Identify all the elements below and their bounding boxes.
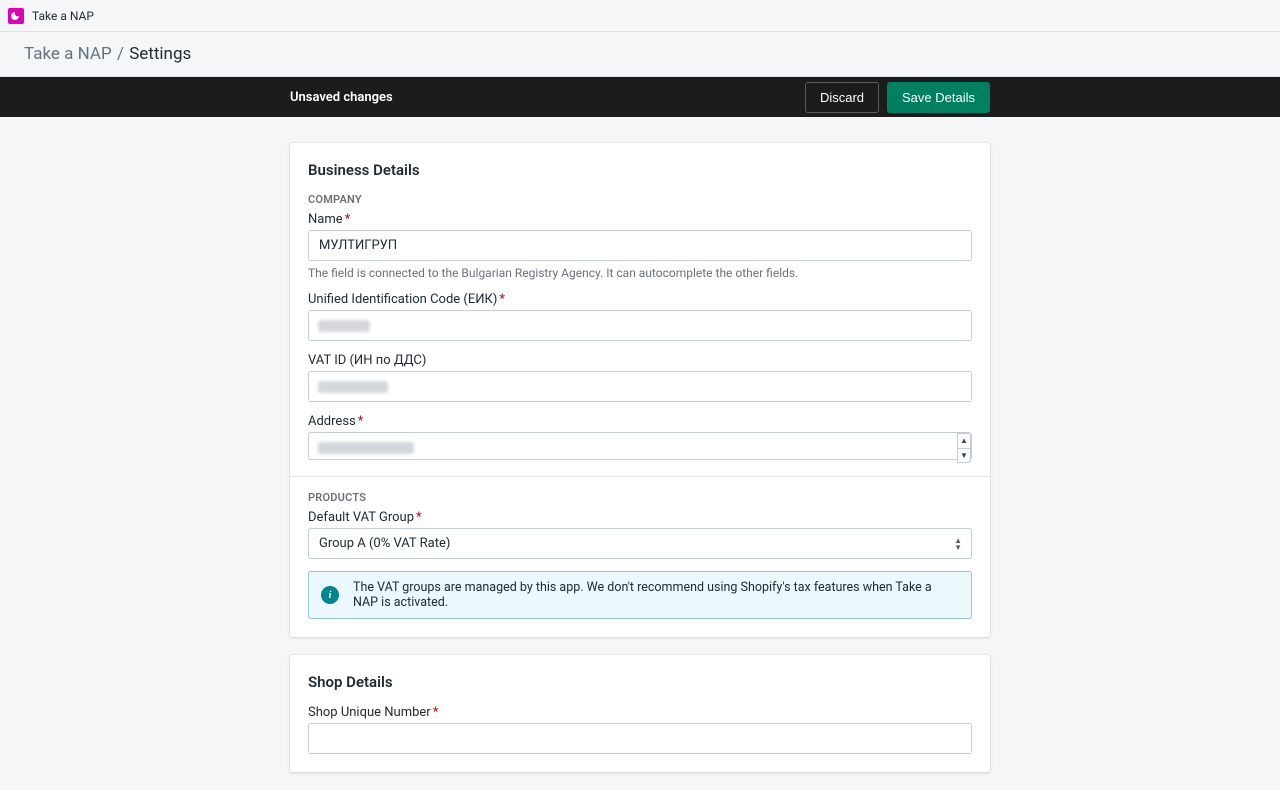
vatid-input[interactable] [308,371,972,402]
breadcrumb-separator: / [115,44,126,64]
shop-details-title: Shop Details [290,673,990,705]
vat-group-field: Default VAT Group* Group A (0% VAT Rate)… [308,510,972,559]
company-section-label: COMPANY [290,193,990,212]
name-field: Name* The field is connected to the Bulg… [308,212,972,280]
address-label: Address* [308,414,972,429]
vat-group-label-text: Default VAT Group [308,510,414,525]
banner-text: The VAT groups are managed by this app. … [353,580,959,610]
address-label-text: Address [308,414,356,429]
required-asterisk: * [345,212,351,227]
discard-button[interactable]: Discard [805,82,879,113]
required-asterisk: * [433,705,439,720]
spinner-up-icon[interactable]: ▲ [957,433,971,448]
eik-input[interactable] [308,310,972,341]
app-logo-icon [8,8,24,24]
divider [290,476,990,477]
app-bar: Take a NAP [0,0,1280,32]
name-label-text: Name [308,212,343,227]
vat-group-value: Group A (0% VAT Rate) [308,528,972,559]
breadcrumb-current: Settings [129,44,191,64]
vat-group-select[interactable]: Group A (0% VAT Rate) ▲ ▼ [308,528,972,559]
required-asterisk: * [499,292,505,307]
eik-input-wrap [308,310,972,341]
products-section-label: PRODUCTS [290,491,990,510]
business-details-title: Business Details [290,161,990,193]
address-field: Address* ▲ ▼ [308,414,972,464]
business-details-card: Business Details COMPANY Name* The field… [290,143,990,637]
unsaved-changes-bar: Unsaved changes Discard Save Details [0,77,1280,117]
save-button[interactable]: Save Details [887,82,990,113]
info-icon: i [321,586,339,604]
vatid-field: VAT ID (ИН по ДДС) [308,353,972,402]
shop-unique-number-input[interactable] [308,723,972,754]
required-asterisk: * [358,414,364,429]
eik-field: Unified Identification Code (ЕИК)* [308,292,972,341]
address-input[interactable] [308,432,972,460]
vat-group-label: Default VAT Group* [308,510,972,525]
shop-unique-number-field: Shop Unique Number* [308,705,972,754]
vatid-input-wrap [308,371,972,402]
address-input-wrap: ▲ ▼ [308,432,972,464]
required-asterisk: * [416,510,422,525]
name-input[interactable] [308,230,972,261]
breadcrumb-root[interactable]: Take a NAP [24,44,112,64]
name-label: Name* [308,212,972,227]
app-title: Take a NAP [32,9,94,23]
page-content: Business Details COMPANY Name* The field… [290,143,990,772]
unsaved-label: Unsaved changes [290,90,393,105]
info-banner: i The VAT groups are managed by this app… [308,571,972,619]
spinner-down-icon[interactable]: ▼ [957,448,971,464]
vatid-label: VAT ID (ИН по ДДС) [308,353,972,368]
eik-label: Unified Identification Code (ЕИК)* [308,292,972,307]
eik-label-text: Unified Identification Code (ЕИК) [308,292,497,307]
shop-unique-number-label: Shop Unique Number* [308,705,972,720]
shop-details-card: Shop Details Shop Unique Number* [290,655,990,772]
address-spinner: ▲ ▼ [957,433,971,463]
name-help-text: The field is connected to the Bulgarian … [308,266,972,280]
vatid-label-text: VAT ID (ИН по ДДС) [308,353,426,368]
shop-unique-number-label-text: Shop Unique Number [308,705,431,720]
breadcrumb: Take a NAP / Settings [0,32,1280,77]
